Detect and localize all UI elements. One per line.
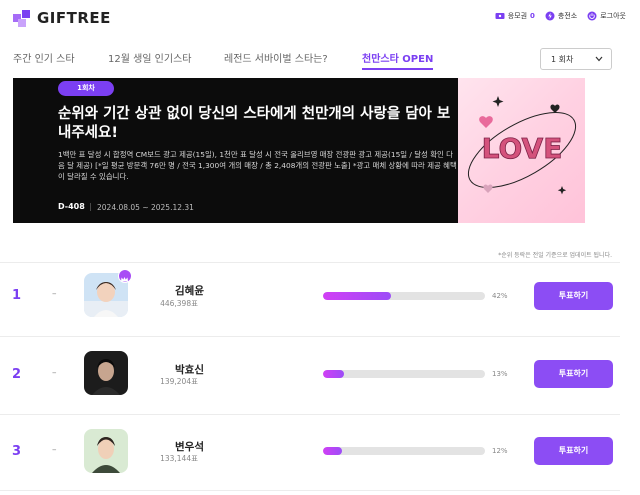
brand-name: GIFTREE xyxy=(37,9,111,27)
row-divider xyxy=(0,414,620,415)
rank-number: 1 xyxy=(12,288,22,303)
coupon-count: 0 xyxy=(530,12,535,20)
vote-percent: 42% xyxy=(492,292,508,300)
vote-count: 139,204표 xyxy=(160,377,198,386)
vote-button[interactable]: 투표하기 xyxy=(534,282,613,310)
vote-progress-fill xyxy=(323,447,343,455)
coupon-label: 응모권 xyxy=(507,12,528,20)
row-divider xyxy=(0,490,620,491)
giftree-logo[interactable]: GIFTREE xyxy=(12,8,111,28)
active-tab-indicator xyxy=(362,68,433,70)
avatar-photo xyxy=(84,429,128,473)
charge-link[interactable]: 충전소 xyxy=(545,11,577,21)
event-period: 2024.08.05 ~ 2025.12.31 xyxy=(97,203,194,212)
tab-weekly-star[interactable]: 주간 인기 스타 xyxy=(13,50,75,65)
vote-progress-bar xyxy=(323,447,485,455)
logo-icon xyxy=(13,10,30,27)
vote-progress-fill xyxy=(323,370,345,378)
bolt-icon xyxy=(545,11,555,21)
vote-button[interactable]: 투표하기 xyxy=(534,360,613,388)
vote-progress-fill xyxy=(323,292,392,300)
rank-change: – xyxy=(52,368,57,378)
star-name: 변우석 xyxy=(175,441,204,453)
coupon-link[interactable]: 응모권 0 xyxy=(495,11,535,21)
rank-change: – xyxy=(52,445,57,455)
vote-progress-bar xyxy=(323,292,485,300)
vote-count: 133,144표 xyxy=(160,454,198,463)
vote-percent: 13% xyxy=(492,370,508,378)
tab-legend-survival[interactable]: 레전드 서바이벌 스타는? xyxy=(224,50,328,65)
tab-ten-million-star[interactable]: 천만스타 OPEN xyxy=(362,50,433,65)
round-badge: 1회차 xyxy=(58,81,114,96)
ticket-icon xyxy=(495,13,505,19)
logout-link[interactable]: 로그아웃 xyxy=(587,11,626,21)
love-art-text: LOVE xyxy=(482,132,563,165)
banner-title: 순위와 기간 상관 없이 당신의 스타에게 천만개의 사랑을 담아 보내주세요! xyxy=(58,106,451,141)
banner-description: 1백만 표 달성 시 합정역 CM보드 광고 제공(15일), 1천만 표 달성… xyxy=(58,150,457,181)
top-links: 응모권 0 충전소 로그아웃 xyxy=(495,11,626,21)
round-select-value: 1 회차 xyxy=(551,55,574,64)
love-illustration: LOVE xyxy=(467,96,577,195)
power-icon xyxy=(587,11,597,21)
avatar-photo xyxy=(84,351,128,395)
rank-change: – xyxy=(52,289,57,299)
period-separator: | xyxy=(89,202,92,211)
ranking-note: *순위 등락은 전일 기준으로 업데이트 됩니다. xyxy=(498,252,612,259)
star-name: 박효신 xyxy=(175,364,204,376)
crown-icon xyxy=(118,269,132,283)
charge-label: 충전소 xyxy=(557,12,578,20)
star-name: 김혜윤 xyxy=(175,285,204,297)
chevron-down-icon xyxy=(595,56,603,62)
dday-counter: D-408 xyxy=(58,202,85,211)
header: GIFTREE 응모권 0 충전소 로그아웃 xyxy=(0,0,640,36)
star-avatar[interactable] xyxy=(84,351,128,395)
love-artwork: LOVE xyxy=(458,78,585,223)
row-divider xyxy=(0,262,620,263)
star-avatar[interactable] xyxy=(84,429,128,473)
round-select[interactable]: 1 회차 xyxy=(540,48,612,70)
vote-count: 446,398표 xyxy=(160,299,198,308)
row-divider xyxy=(0,336,620,337)
vote-button[interactable]: 투표하기 xyxy=(534,437,613,465)
vote-percent: 12% xyxy=(492,447,508,455)
tab-birthday-star[interactable]: 12월 생일 인기스타 xyxy=(108,50,191,65)
rank-number: 3 xyxy=(12,444,22,459)
logout-label: 로그아웃 xyxy=(600,12,626,20)
event-banner: 1회차 순위와 기간 상관 없이 당신의 스타에게 천만개의 사랑을 담아 보내… xyxy=(13,78,585,223)
rank-number: 2 xyxy=(12,367,22,382)
vote-progress-bar xyxy=(323,370,485,378)
